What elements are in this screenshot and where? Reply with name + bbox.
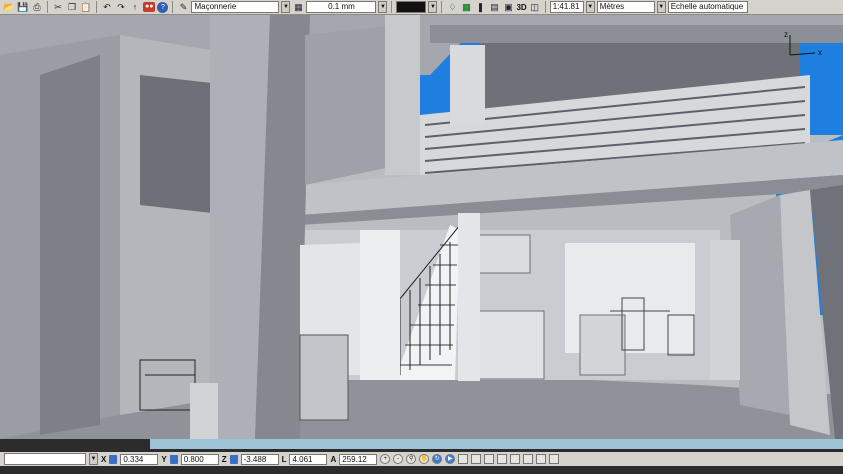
view-perspective-icon[interactable] xyxy=(510,454,521,464)
render-icon[interactable] xyxy=(536,454,547,464)
zoom-out-icon[interactable]: - xyxy=(393,454,404,464)
line-weight-value: 0.1 mm xyxy=(328,2,355,11)
pan-icon[interactable]: ✋ xyxy=(419,454,430,464)
center-column xyxy=(360,230,400,380)
angle-field[interactable]: 259.12 xyxy=(339,453,378,465)
color-swatch[interactable] xyxy=(396,1,427,13)
cut-icon[interactable]: ✂ xyxy=(52,1,64,13)
axis-z-label: z xyxy=(784,30,788,39)
x-lock-icon[interactable] xyxy=(109,454,118,464)
camera-icon[interactable] xyxy=(458,454,469,464)
undo-icon[interactable]: ↶ xyxy=(101,1,113,13)
table-icon[interactable]: ▤ xyxy=(488,1,500,13)
open-icon[interactable]: 📂 xyxy=(3,1,15,13)
x-field[interactable]: 0.334 xyxy=(120,453,159,465)
z-field[interactable]: -3.488 xyxy=(240,453,279,465)
layers-icon[interactable]: ◫ xyxy=(529,1,541,13)
orbit-icon[interactable]: ↻ xyxy=(432,454,443,464)
help-icon[interactable]: ? xyxy=(157,1,169,13)
l-label: L xyxy=(281,454,287,464)
columns-icon[interactable]: ❚ xyxy=(474,1,486,13)
line-weight-select[interactable]: 0.1 mm xyxy=(306,1,377,13)
paint-bucket-icon[interactable]: ♢ xyxy=(446,1,458,13)
top-toolbar: 📂 💾 ⎙ ✂ ❐ 📋 ↶ ↷ ↑ ●● ? ✎ Maçonnerie ▼ ▦ … xyxy=(0,0,843,15)
toolbar-divider xyxy=(391,1,393,13)
3d-viewport[interactable]: z x xyxy=(0,15,843,439)
z-lock-icon[interactable] xyxy=(229,454,238,464)
a-label: A xyxy=(330,454,337,464)
scale-select[interactable]: 1:41.81 xyxy=(549,1,584,13)
view-axo-icon[interactable] xyxy=(523,454,534,464)
front-chair xyxy=(190,383,218,439)
ceiling-beam xyxy=(430,25,843,43)
rendered-interior-scene: z x xyxy=(0,15,843,439)
snap-mode-select[interactable] xyxy=(4,453,86,465)
view-front-icon[interactable] xyxy=(471,454,482,464)
paste-icon[interactable]: 📋 xyxy=(80,1,92,13)
redo-icon[interactable]: ↷ xyxy=(115,1,127,13)
toolbar-divider xyxy=(544,1,546,13)
snap-dropdown-arrow[interactable]: ▼ xyxy=(89,453,98,465)
progress-strip xyxy=(150,439,843,449)
walk-icon[interactable]: ▶ xyxy=(445,454,456,464)
zoom-mode-select[interactable]: Echelle automatique xyxy=(667,1,748,13)
right-partition xyxy=(710,240,740,380)
grid-icon[interactable]: ▦ xyxy=(460,1,472,13)
kitchen-counter xyxy=(473,310,545,380)
zoom-in-icon[interactable]: + xyxy=(380,454,391,464)
view-3d-button[interactable]: 3D xyxy=(516,3,526,12)
y-field[interactable]: 0.800 xyxy=(180,453,219,465)
layer-select[interactable]: Maçonnerie xyxy=(191,1,280,13)
front-upper-post xyxy=(385,15,420,175)
kitchen-island xyxy=(579,314,626,376)
y-lock-icon[interactable] xyxy=(169,454,178,464)
z-label: Z xyxy=(221,454,227,464)
toolbar-divider xyxy=(441,1,443,13)
render-badge-icon[interactable]: ●● xyxy=(143,2,156,12)
toolbar-divider xyxy=(172,1,174,13)
upper-mid-post xyxy=(450,45,485,125)
wall-cabinet xyxy=(474,234,531,274)
toolbar-divider xyxy=(96,1,97,13)
front-cabinet xyxy=(299,334,349,421)
print-icon[interactable]: ⎙ xyxy=(31,1,43,13)
color-dropdown-arrow[interactable]: ▼ xyxy=(428,1,438,13)
arrow-up-icon[interactable]: ↑ xyxy=(129,1,141,13)
pencil-icon[interactable]: ✎ xyxy=(177,1,189,13)
toolbar-divider xyxy=(47,1,48,13)
view-side-icon[interactable] xyxy=(497,454,508,464)
unit-select[interactable]: Mètres xyxy=(596,1,655,13)
unit-dropdown-arrow[interactable]: ▼ xyxy=(656,1,666,13)
view-top-icon[interactable] xyxy=(484,454,495,464)
left-pillar-shadow xyxy=(40,55,100,435)
scale-dropdown-arrow[interactable]: ▼ xyxy=(585,1,595,13)
coordinate-bar: ▼ X 0.334 Y 0.800 Z -3.488 L 4.061 A 259… xyxy=(0,452,843,466)
copy-icon[interactable]: ❐ xyxy=(66,1,78,13)
axis-x-label: x xyxy=(818,48,822,57)
line-weight-dropdown-arrow[interactable]: ▼ xyxy=(378,1,388,13)
y-label: Y xyxy=(161,454,167,464)
save-icon[interactable]: 💾 xyxy=(17,1,29,13)
length-field[interactable]: 4.061 xyxy=(289,453,328,465)
x-label: X xyxy=(101,454,107,464)
stair-column xyxy=(458,213,480,381)
light-icon[interactable] xyxy=(549,454,560,464)
layer-dropdown-arrow[interactable]: ▼ xyxy=(281,1,291,13)
layer-settings-icon[interactable]: ▦ xyxy=(292,1,304,13)
cube-icon[interactable]: ▣ xyxy=(502,1,514,13)
magnifier-icon[interactable]: ⚲ xyxy=(406,454,417,464)
status-area: ▼ X 0.334 Y 0.800 Z -3.488 L 4.061 A 259… xyxy=(0,439,843,474)
